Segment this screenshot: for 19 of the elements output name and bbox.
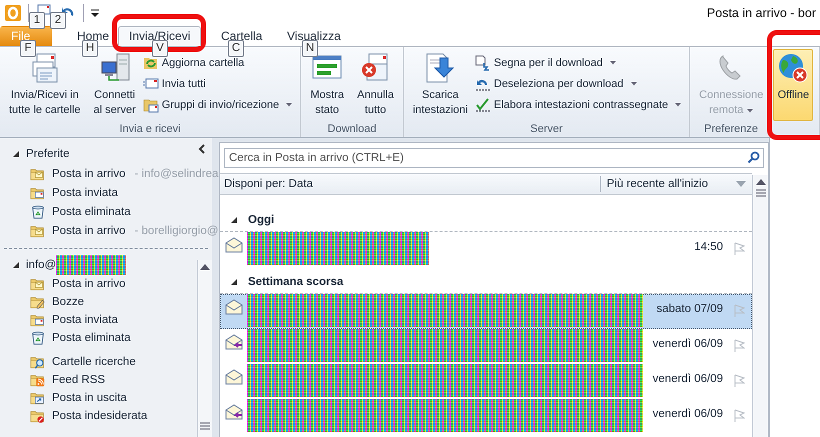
account-label: - info@selindrea: [134, 168, 218, 180]
keytip-tooltip: N: [302, 40, 318, 57]
group-label: Download: [326, 122, 378, 137]
message-date: sabato 07/09: [656, 303, 723, 315]
message-date: venerdì 06/09: [652, 408, 723, 420]
keytip-tooltip: V: [152, 40, 168, 57]
keytip-tooltip: C: [228, 40, 244, 57]
keytip-tooltip: F: [20, 40, 36, 57]
account-label: - borelligiorgio@: [134, 224, 218, 236]
message-date: 14:50: [694, 241, 723, 253]
keytip-tooltip: H: [82, 40, 98, 57]
message-date: venerdì 06/09: [652, 373, 723, 385]
group-label: Server: [529, 122, 564, 137]
keytip-tooltip: 2: [50, 12, 66, 29]
message-date: venerdì 06/09: [652, 338, 723, 350]
keytip-tooltip: 1: [29, 12, 45, 29]
group-label: Invia e ricevi: [118, 122, 182, 137]
window-title: Posta in arrivo - bor: [706, 6, 816, 20]
group-label: Preferenze: [703, 122, 759, 137]
